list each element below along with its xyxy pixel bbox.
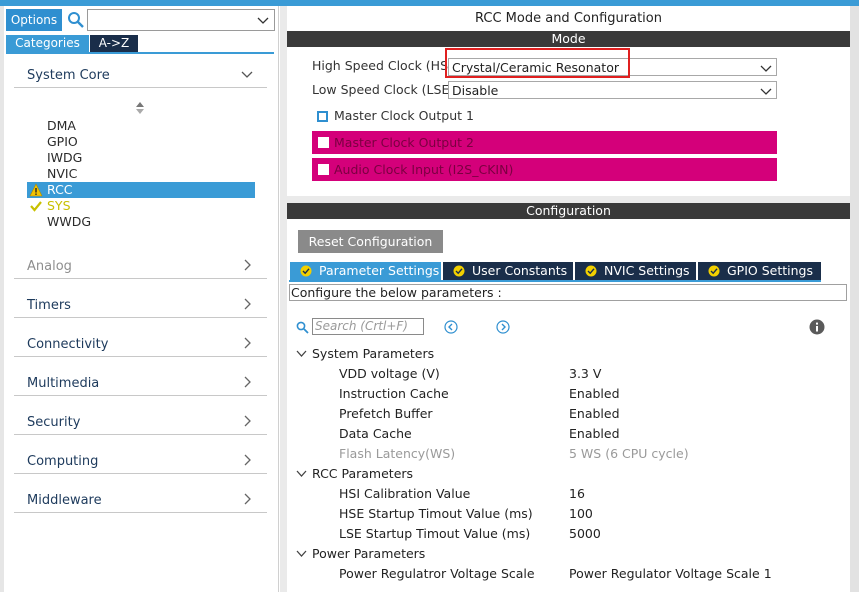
component-search-input[interactable]	[87, 9, 275, 31]
chevron-down-icon	[760, 88, 772, 95]
tab-user-constants[interactable]: User Constants	[443, 262, 573, 280]
list-item-wwdg[interactable]: WWDG	[27, 214, 255, 230]
param-name: LSE Startup Timout Value (ms)	[339, 526, 531, 541]
list-item-gpio[interactable]: GPIO	[27, 134, 255, 150]
chevron-right-icon	[244, 415, 251, 427]
list-item-iwdg[interactable]: IWDG	[27, 150, 255, 166]
configuration-header-bar: Configuration	[287, 203, 850, 219]
options-button[interactable]: Options	[6, 9, 62, 31]
chevron-down-icon	[296, 550, 307, 557]
i2s-ckin-row[interactable]: Audio Clock Input (I2S_CKIN)	[312, 158, 777, 181]
check-icon	[30, 201, 42, 212]
param-value: 5 WS (6 CPU cycle)	[569, 446, 689, 461]
lse-select[interactable]: Disable	[448, 81, 777, 99]
hse-highlight-box	[445, 48, 630, 78]
list-item-rcc[interactable]: RCC	[27, 182, 255, 198]
tab-underline	[6, 52, 274, 54]
mco2-label: Master Clock Output 2	[334, 135, 474, 150]
vertical-scrollbar[interactable]	[850, 6, 859, 592]
sort-icon[interactable]	[135, 102, 145, 114]
chevron-down-icon	[241, 71, 253, 78]
list-item-dma[interactable]: DMA	[27, 118, 255, 134]
reset-configuration-button[interactable]: Reset Configuration	[298, 230, 443, 253]
section-label: Middleware	[27, 493, 102, 508]
section-timers[interactable]: Timers	[14, 292, 267, 318]
lse-label: Low Speed Clock (LSE)	[312, 82, 455, 97]
chevron-right-icon	[244, 298, 251, 310]
param-value[interactable]: 100	[569, 506, 593, 521]
section-multimedia[interactable]: Multimedia	[14, 370, 267, 396]
param-name: Instruction Cache	[339, 386, 449, 401]
param-value[interactable]: Enabled	[569, 426, 620, 441]
chevron-down-icon	[296, 470, 307, 477]
mco2-checkbox[interactable]	[318, 137, 329, 148]
mode-header-bar: Mode	[287, 31, 850, 47]
chevron-right-icon	[244, 454, 251, 466]
chevron-down-icon	[296, 350, 307, 357]
check-circle-icon	[453, 265, 465, 277]
search-icon	[296, 321, 309, 334]
param-value[interactable]: Power Regulator Voltage Scale 1	[569, 566, 772, 581]
categories-panel: Options Categories A->Z System Core DMA …	[0, 6, 279, 592]
search-icon[interactable]	[67, 11, 85, 29]
check-circle-icon	[585, 265, 597, 277]
chevron-down-icon	[760, 65, 772, 72]
tab-a-to-z[interactable]: A->Z	[90, 35, 138, 52]
chevron-right-icon	[244, 493, 251, 505]
tab-parameter-settings[interactable]: Parameter Settings	[290, 262, 441, 280]
section-middleware[interactable]: Middleware	[14, 487, 267, 513]
tab-nvic-settings[interactable]: NVIC Settings	[575, 262, 696, 280]
check-circle-icon	[300, 265, 312, 277]
param-name: Power Regulatror Voltage Scale	[339, 566, 535, 581]
param-name: VDD voltage (V)	[339, 366, 440, 381]
param-name: Flash Latency(WS)	[339, 446, 456, 461]
page-title: RCC Mode and Configuration	[475, 11, 662, 26]
section-label: Timers	[27, 298, 71, 313]
parameters-description: Configure the below parameters :	[289, 284, 847, 301]
section-label: Analog	[27, 259, 72, 274]
param-name: HSE Startup Timout Value (ms)	[339, 506, 533, 521]
hse-label: High Speed Clock (HSE)	[312, 58, 461, 73]
section-system-core[interactable]: System Core	[14, 62, 267, 88]
i2s-ckin-checkbox[interactable]	[318, 164, 329, 175]
list-item-nvic[interactable]: NVIC	[27, 166, 255, 182]
section-security[interactable]: Security	[14, 409, 267, 435]
tab-gpio-settings[interactable]: GPIO Settings	[698, 262, 821, 280]
section-connectivity[interactable]: Connectivity	[14, 331, 267, 357]
param-value[interactable]: 3.3 V	[569, 366, 601, 381]
section-analog[interactable]: Analog	[14, 253, 267, 279]
previous-arrow-icon[interactable]	[444, 320, 458, 334]
mco2-row[interactable]: Master Clock Output 2	[312, 131, 777, 154]
section-label: System Core	[27, 68, 110, 83]
param-value[interactable]: Enabled	[569, 386, 620, 401]
parameter-search-input[interactable]: Search (Crtl+F)	[312, 318, 424, 335]
tab-underline	[289, 280, 821, 282]
section-computing[interactable]: Computing	[14, 448, 267, 474]
tab-categories[interactable]: Categories	[6, 35, 89, 52]
lse-select-value: Disable	[452, 83, 499, 98]
warning-icon	[29, 183, 43, 197]
chevron-down-icon[interactable]	[257, 14, 269, 26]
i2s-ckin-label: Audio Clock Input (I2S_CKIN)	[334, 162, 514, 177]
chevron-right-icon	[244, 259, 251, 271]
section-label: Multimedia	[27, 376, 100, 391]
left-panel-edge	[0, 6, 4, 592]
section-label: Security	[27, 415, 81, 430]
param-name: HSI Calibration Value	[339, 486, 471, 501]
param-value[interactable]: 16	[569, 486, 585, 501]
mco1-checkbox[interactable]	[317, 111, 328, 122]
mco1-label: Master Clock Output 1	[334, 108, 474, 123]
info-icon[interactable]	[809, 319, 825, 335]
param-name: Prefetch Buffer	[339, 406, 433, 421]
param-value[interactable]: 5000	[569, 526, 601, 541]
chevron-right-icon	[244, 376, 251, 388]
next-arrow-icon[interactable]	[496, 320, 510, 334]
section-label: Computing	[27, 454, 99, 469]
chevron-right-icon	[244, 337, 251, 349]
list-item-sys[interactable]: SYS	[27, 198, 255, 214]
check-circle-icon	[708, 265, 720, 277]
section-label: Connectivity	[27, 337, 109, 352]
param-value[interactable]: Enabled	[569, 406, 620, 421]
param-name: Data Cache	[339, 426, 412, 441]
